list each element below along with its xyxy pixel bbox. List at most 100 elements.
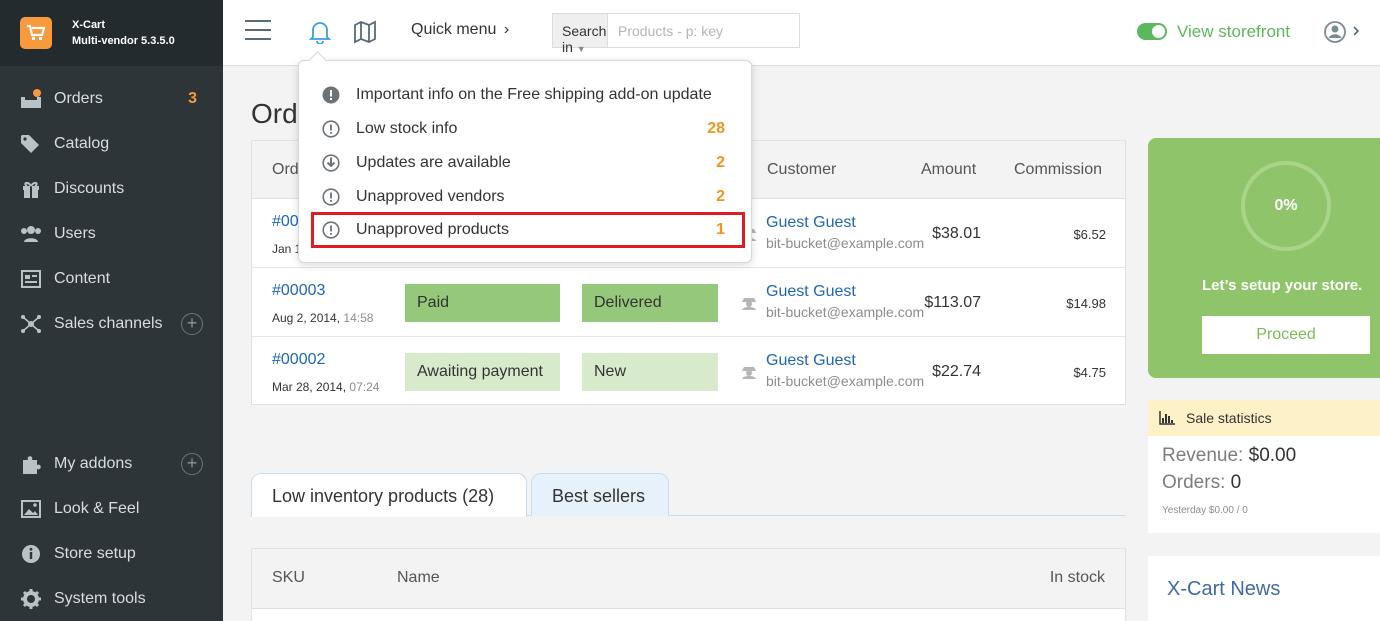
gear-icon <box>20 588 42 610</box>
customer-email: bit-bucket@example.com <box>766 304 925 320</box>
alert-circle-icon <box>321 188 341 206</box>
order-amount: $113.07 <box>924 294 981 311</box>
sidebar-item-label: Orders <box>54 89 103 107</box>
content-icon <box>20 268 42 290</box>
order-number-link[interactable]: #00002 <box>272 351 325 369</box>
sidebar-item-label: Content <box>54 269 111 287</box>
setup-progress-ring: 0% <box>1241 161 1331 251</box>
add-addon-icon[interactable]: + <box>181 452 203 475</box>
order-date-text: Mar 28, 2014, <box>272 380 347 394</box>
table-row[interactable]: #00002 Mar 28, 2014, 07:24 Awaiting paym… <box>252 337 1125 406</box>
order-amount: $38.01 <box>932 225 981 242</box>
sidebar-item-discounts[interactable]: Discounts <box>0 166 223 211</box>
bell-icon[interactable] <box>308 20 332 49</box>
column-header: Name <box>397 569 440 586</box>
notification-count: 2 <box>716 188 725 205</box>
customer-name-link[interactable]: Guest Guest <box>766 283 856 301</box>
notification-label: Low stock info <box>356 120 458 137</box>
sidebar-item-look-and-feel[interactable]: Look & Feel <box>0 486 223 531</box>
sidebar-item-label: Look & Feel <box>54 499 140 517</box>
payment-status-badge[interactable]: Paid <box>405 284 560 322</box>
sidebar-item-label: Sales channels <box>54 314 163 332</box>
order-commission: $14.98 <box>1066 296 1106 311</box>
setup-widget: 0% Let’s setup your store. Proceed <box>1148 138 1380 378</box>
notification-label: Unapproved vendors <box>356 188 505 205</box>
network-icon <box>20 313 42 335</box>
order-number-link[interactable]: #00003 <box>272 282 325 300</box>
guest-icon <box>739 294 759 315</box>
notification-unapproved-vendors[interactable]: Unapproved vendors 2 <box>311 180 745 214</box>
menu-hamburger-icon[interactable] <box>245 20 271 42</box>
sidebar-item-store-setup[interactable]: Store setup <box>0 531 223 576</box>
users-icon <box>20 223 42 245</box>
guest-icon <box>739 363 759 384</box>
sidebar-item-orders[interactable]: Orders 3 <box>0 76 223 121</box>
search-scope-select[interactable]: Search in ▼ <box>553 14 608 55</box>
sidebar-item-content[interactable]: Content <box>0 256 223 301</box>
notification-count: 1 <box>716 221 725 238</box>
setup-percent: 0% <box>1274 197 1298 214</box>
alert-circle-icon <box>321 221 341 239</box>
add-sales-channel-icon[interactable]: + <box>181 312 203 335</box>
image-icon <box>20 498 42 520</box>
header-search: Search in ▼ <box>552 13 800 55</box>
orders-label: Orders: <box>1162 472 1226 493</box>
chevron-right-icon: › <box>503 21 510 38</box>
view-storefront-link[interactable]: View storefront <box>1177 22 1290 42</box>
payment-status-badge[interactable]: Awaiting payment <box>405 353 560 391</box>
column-header: Amount <box>921 161 977 178</box>
notification-count: 28 <box>707 120 725 137</box>
sidebar-item-my-addons[interactable]: My addons + <box>0 441 223 486</box>
brand[interactable]: X-Cart Multi-vendor 5.3.5.0 <box>0 0 223 66</box>
table-row[interactable]: #00003 Aug 2, 2014, 14:58 Paid Delivered… <box>252 268 1125 337</box>
order-date: Mar 28, 2014, 07:24 <box>272 380 379 394</box>
notification-updates[interactable]: Updates are available 2 <box>311 146 745 180</box>
fulfillment-status-badge[interactable]: New <box>582 353 718 391</box>
user-menu[interactable] <box>1323 20 1360 49</box>
revenue-stat: Revenue: $0.00 <box>1162 445 1296 467</box>
notification-free-shipping[interactable]: Important info on the Free shipping add-… <box>311 78 745 112</box>
gift-icon <box>20 178 42 200</box>
proceed-button[interactable]: Proceed <box>1202 316 1370 354</box>
tab-low-inventory[interactable]: Low inventory products (28) <box>251 473 527 517</box>
orders-value: 0 <box>1230 472 1242 493</box>
alert-circle-icon <box>321 120 341 138</box>
order-date: Jan 1 <box>272 242 301 256</box>
tag-icon <box>20 133 42 155</box>
orders-icon <box>20 88 42 110</box>
customer-name-link[interactable]: Guest Guest <box>766 352 856 370</box>
storefront-toggle[interactable] <box>1137 23 1167 40</box>
map-icon[interactable] <box>353 20 377 49</box>
notification-low-stock[interactable]: Low stock info 28 <box>311 112 745 146</box>
order-time: 07:24 <box>349 380 380 394</box>
sidebar-item-system-tools[interactable]: System tools <box>0 576 223 621</box>
inventory-table-header: SKU Name In stock <box>252 549 1125 609</box>
search-input[interactable] <box>608 14 799 47</box>
sidebar-item-label: Store setup <box>54 544 136 562</box>
puzzle-icon <box>20 453 42 475</box>
setup-message: Let’s setup your store. <box>1202 277 1363 294</box>
order-date: Aug 2, 2014, 14:58 <box>272 311 373 325</box>
sidebar-item-catalog[interactable]: Catalog <box>0 121 223 166</box>
customer-name-link[interactable]: Guest Guest <box>766 214 856 232</box>
quick-menu-button[interactable]: Quick menu › <box>411 21 509 39</box>
order-amount: $22.74 <box>932 363 981 380</box>
sidebar: X-Cart Multi-vendor 5.3.5.0 Orders 3 Cat… <box>0 0 223 621</box>
orders-stat: Orders: 0 <box>1162 472 1241 494</box>
column-header: SKU <box>272 569 305 586</box>
sidebar-item-sales-channels[interactable]: Sales channels + <box>0 301 223 346</box>
sidebar-item-users[interactable]: Users <box>0 211 223 256</box>
tab-best-sellers[interactable]: Best sellers <box>531 473 669 516</box>
order-time: 14:58 <box>343 311 374 325</box>
notification-label: Unapproved products <box>356 221 509 238</box>
inventory-tabs: Low inventory products (28) Best sellers <box>251 473 1126 517</box>
cart-logo-icon <box>20 17 52 49</box>
notification-count: 2 <box>716 154 725 171</box>
sale-statistics-header: Sale statistics <box>1148 400 1380 436</box>
fulfillment-status-badge[interactable]: Delivered <box>582 284 718 322</box>
order-commission: $6.52 <box>1073 227 1106 242</box>
inventory-table: SKU Name In stock <box>251 548 1126 621</box>
order-commission: $4.75 <box>1073 365 1106 380</box>
notification-unapproved-products[interactable]: Unapproved products 1 <box>311 212 745 248</box>
caret-down-icon: ▼ <box>576 44 586 54</box>
